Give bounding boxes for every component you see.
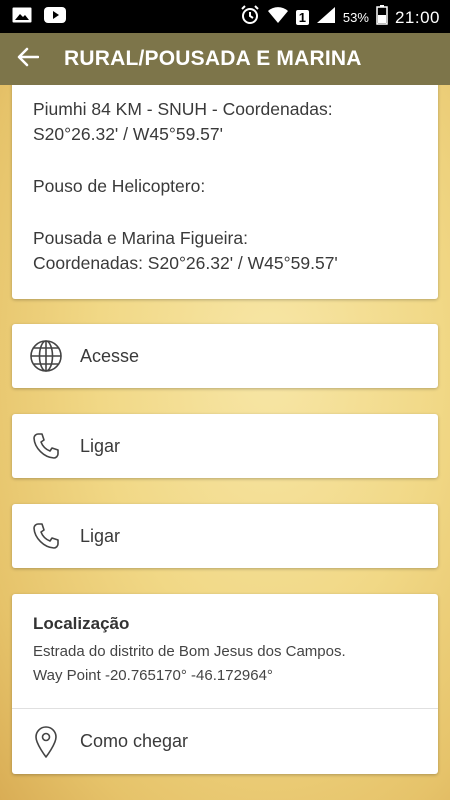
call-label-2: Ligar — [80, 525, 121, 546]
info-line: Pouso de Helicoptero: — [33, 176, 206, 196]
arrow-left-icon — [17, 47, 40, 72]
battery-icon — [376, 5, 388, 30]
signal-icon — [316, 6, 336, 29]
location-address: Estrada do distrito de Bom Jesus dos Cam… — [33, 640, 346, 688]
globe-icon — [28, 338, 64, 374]
phone-icon — [28, 428, 64, 464]
info-line: Pousada e Marina Figueira: — [33, 228, 248, 248]
app-bar: RURAL/POUSADA E MARINA — [0, 33, 450, 85]
call-button-2[interactable]: Ligar — [12, 504, 438, 568]
info-line: Coordenadas: S20°26.32' / W45°59.57' — [33, 253, 338, 273]
directions-button[interactable]: Como chegar — [12, 709, 438, 774]
location-title: Localização — [33, 614, 130, 633]
back-button[interactable] — [0, 33, 56, 85]
content: Piumhi 84 KM - SNUH - Coordenadas: S20°2… — [0, 85, 450, 800]
directions-label: Como chegar — [80, 731, 189, 751]
call-label: Ligar — [80, 435, 121, 456]
map-pin-icon — [28, 724, 64, 760]
info-line: S20°26.32' / W45°59.57' — [33, 124, 223, 144]
location-line-1: Estrada do distrito de Bom Jesus dos Cam… — [33, 643, 346, 660]
website-button[interactable]: Acesse — [12, 324, 438, 388]
image-icon — [12, 7, 32, 28]
phone-icon — [28, 518, 64, 554]
youtube-icon — [44, 7, 66, 28]
battery-percent: 53% — [342, 10, 369, 25]
location-line-2: Way Point -20.765170° -46.172964° — [33, 667, 273, 684]
page-title: RURAL/POUSADA E MARINA — [64, 47, 362, 70]
location-card: Localização Estrada do distrito de Bom J… — [12, 594, 438, 774]
info-line: Piumhi 84 KM - SNUH - Coordenadas: — [33, 99, 333, 119]
status-bar: 1 53% 21:00 — [0, 0, 450, 33]
sim-indicator: 1 — [295, 10, 309, 25]
status-right: 1 53% 21:00 — [240, 5, 440, 30]
wifi-icon — [267, 6, 289, 29]
info-card: Piumhi 84 KM - SNUH - Coordenadas: S20°2… — [12, 85, 438, 299]
clock: 21:00 — [394, 7, 440, 27]
alarm-icon — [240, 5, 260, 30]
status-left — [12, 7, 66, 28]
website-label: Acesse — [80, 345, 140, 366]
call-button[interactable]: Ligar — [12, 414, 438, 478]
